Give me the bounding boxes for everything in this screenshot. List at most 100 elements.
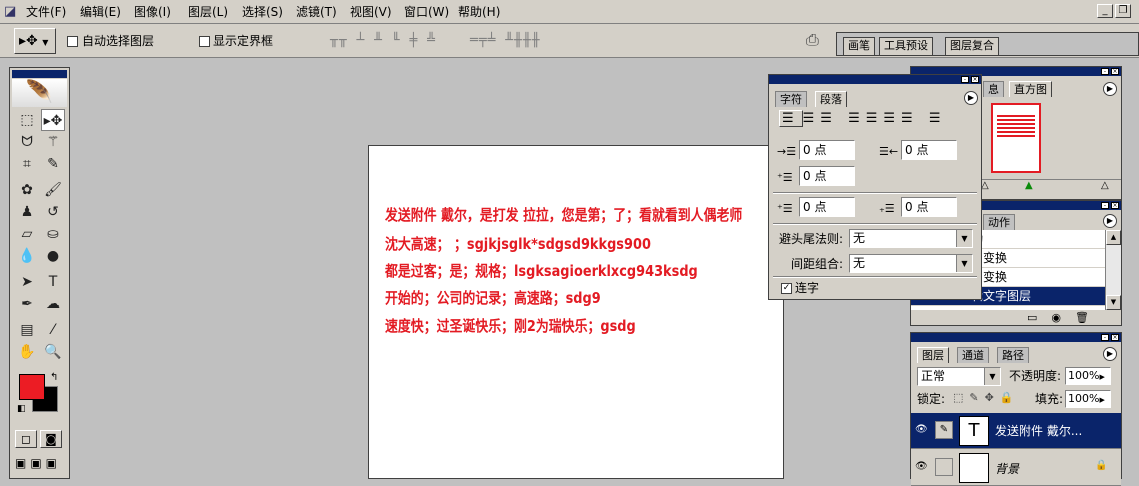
hand-tool-icon[interactable]: ✋ [15,341,39,363]
layer-row-text[interactable]: 👁 ✎ T 发送附件 戴尔... [911,413,1121,449]
minimize-icon[interactable]: - [1101,68,1109,75]
notes-tool-icon[interactable]: ▤ [15,319,39,341]
space-after-input[interactable]: 0 点 [901,197,957,217]
eraser-tool-icon[interactable]: ▱ [15,223,39,245]
align-buttons-group[interactable]: ╥╥ ┴ ╨ ╙ ╪ ╩ [330,33,436,48]
swap-colors-icon[interactable]: ↰ [50,372,58,383]
paragraph-align-buttons[interactable]: ☰ ☰☰ ☰☰☰☰ ☰ [779,110,947,127]
layer-name[interactable]: 发送附件 戴尔... [995,422,1082,439]
close-icon[interactable]: × [1111,202,1119,209]
menu-edit[interactable]: 编辑(E) [80,4,121,20]
minimize-icon[interactable]: - [961,76,969,83]
scroll-down-icon[interactable]: ▼ [1106,295,1121,310]
tab-tool-presets[interactable]: 工具预设 [879,37,933,55]
custom-shape-tool-icon[interactable]: ☁ [41,293,65,315]
hyphenate-checkbox[interactable]: ✓ [781,283,792,294]
menu-filter[interactable]: 滤镜(T) [296,4,337,20]
close-icon[interactable]: × [971,76,979,83]
crop-tool-icon[interactable]: ⌗ [15,153,39,175]
default-colors-icon[interactable]: ◧ [17,404,26,414]
panel-title-bar[interactable] [769,75,981,84]
indent-left-input[interactable]: 0 点 [799,140,855,160]
lock-icons[interactable]: ⬚✎✥🔒 [953,391,1020,404]
panel-menu-icon[interactable]: ▶ [1103,214,1117,228]
menu-file[interactable]: 文件(F) [26,4,66,20]
eyedropper-tool-icon[interactable]: ⁄ [41,319,65,341]
marquee-tool-icon[interactable]: ⬚ [15,109,39,131]
dodge-tool-icon[interactable]: ● [41,245,65,267]
menu-image[interactable]: 图像(I) [134,4,171,20]
menu-layer[interactable]: 图层(L) [188,4,228,20]
slice-tool-icon[interactable]: ✎ [41,153,65,175]
palette-well-icon[interactable]: ⎙ [806,30,819,50]
tab-layer-comps[interactable]: 图层复合 [945,37,999,55]
tools-title-bar[interactable] [12,70,67,78]
minimize-icon[interactable]: _ [1097,4,1113,18]
indent-right-input[interactable]: 0 点 [901,140,957,160]
brush-link-icon[interactable]: ✎ [935,421,953,439]
tab-histogram[interactable]: 直方图 [1009,81,1052,97]
brush-tool-icon[interactable]: 🖌 [41,179,65,201]
minimize-icon[interactable]: - [1101,202,1109,209]
menu-window[interactable]: 窗口(W) [404,4,449,20]
layer-row-background[interactable]: 👁 背景 🔒 [911,450,1121,486]
indent-first-line-input[interactable]: 0 点 [799,166,855,186]
panel-menu-icon[interactable]: ▶ [1103,347,1117,361]
foreground-color-swatch[interactable] [19,374,45,400]
history-brush-tool-icon[interactable]: ↺ [41,201,65,223]
menu-select[interactable]: 选择(S) [242,4,283,20]
zoom-tool-icon[interactable]: 🔍 [41,341,65,363]
panel-title-bar[interactable] [911,333,1121,342]
quick-mask-icon[interactable]: ◙ [40,430,62,448]
standard-mode-icon[interactable]: ◻ [15,430,37,448]
zoom-in-icon[interactable]: △ [1101,180,1109,192]
tab-info[interactable]: 息 [983,81,1004,97]
magic-wand-tool-icon[interactable]: ⚚ [41,131,65,153]
eye-icon[interactable]: 👁 [915,461,928,472]
tab-channels[interactable]: 通道 [957,347,989,363]
layer-name[interactable]: 背景 [995,460,1019,477]
menu-help[interactable]: 帮助(H) [458,4,500,20]
tab-actions[interactable]: 动作 [983,214,1015,230]
eye-icon[interactable]: 👁 [915,424,928,435]
align-left-icon[interactable]: ☰ [779,110,803,127]
link-box[interactable] [935,458,953,476]
photoshop-app-icon[interactable]: ◪ [4,4,20,20]
scroll-up-icon[interactable]: ▲ [1106,230,1121,245]
clone-stamp-tool-icon[interactable]: ♟ [15,201,39,223]
history-scrollbar[interactable]: ▲ ▼ [1105,230,1121,310]
healing-brush-tool-icon[interactable]: ✿ [15,179,39,201]
history-footer-buttons[interactable]: ▭◉🗑 [1027,311,1103,324]
panel-menu-icon[interactable]: ▶ [1103,82,1117,96]
lasso-tool-icon[interactable]: ᗢ [15,131,39,153]
tab-paths[interactable]: 路径 [997,347,1029,363]
space-before-input[interactable]: 0 点 [799,197,855,217]
path-selection-tool-icon[interactable]: ➤ [15,271,39,293]
tool-preset-picker[interactable]: ▸✥ ▼ [14,28,56,54]
auto-select-checkbox[interactable] [67,36,78,47]
navigator-thumbnail[interactable] [991,103,1041,173]
adobe-feather-logo[interactable]: 🪶 [12,79,67,107]
restore-icon[interactable]: ❐ [1115,4,1131,18]
opacity-input[interactable]: 100%▶ [1065,367,1111,385]
blend-mode-select[interactable]: 正常 ▼ [917,367,1001,386]
minimize-icon[interactable]: - [1101,334,1109,341]
pen-tool-icon[interactable]: ✒ [15,293,39,315]
mojikumi-select[interactable]: 无 ▼ [849,254,973,273]
tab-paragraph[interactable]: 段落 [815,91,847,107]
move-tool-icon[interactable]: ▸✥ [41,109,65,131]
paint-bucket-tool-icon[interactable]: ⛀ [41,223,65,245]
tab-brushes[interactable]: 画笔 [843,37,875,55]
zoom-out-icon[interactable]: △ [981,180,989,192]
zoom-slider-icon[interactable]: ▲ [1025,180,1033,192]
menu-view[interactable]: 视图(V) [350,4,392,20]
tab-character[interactable]: 字符 [775,91,807,107]
show-bounds-checkbox[interactable] [199,36,210,47]
kinsoku-select[interactable]: 无 ▼ [849,229,973,248]
fill-input[interactable]: 100%▶ [1065,390,1111,408]
close-icon[interactable]: × [1111,334,1119,341]
close-icon[interactable]: × [1111,68,1119,75]
blur-tool-icon[interactable]: 💧 [15,245,39,267]
screen-mode-icons[interactable]: ▣▣▣ [15,456,61,470]
distribute-buttons-group[interactable]: ═╤╧ ╨╫╫╫ [470,33,541,48]
